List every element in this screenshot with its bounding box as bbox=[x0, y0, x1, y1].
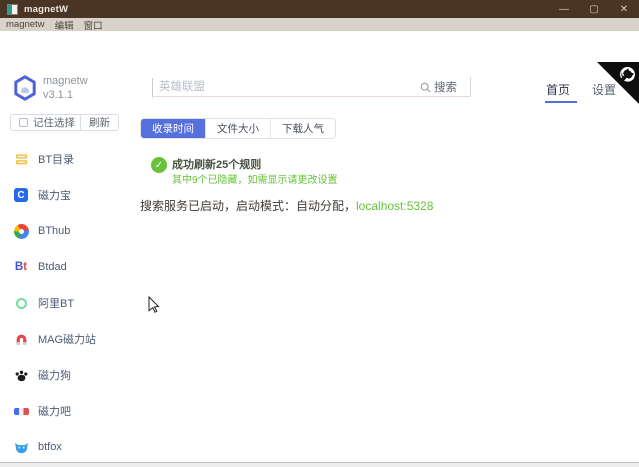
refresh-label: 刷新 bbox=[89, 115, 110, 130]
status-host-link[interactable]: localhost:5328 bbox=[356, 199, 433, 213]
window-bottom-strip bbox=[0, 462, 639, 467]
magnet-icon bbox=[13, 331, 29, 347]
magnetw-logo-icon bbox=[13, 75, 37, 101]
bt-directory-icon bbox=[13, 151, 29, 167]
tab-home[interactable]: 首页 bbox=[546, 81, 570, 98]
sidebar-item-label: 磁力吧 bbox=[38, 403, 71, 419]
app-version: v3.1.1 bbox=[43, 89, 73, 101]
search-button-label: 搜索 bbox=[434, 79, 457, 95]
bthub-icon bbox=[13, 223, 29, 239]
notification-message: 其中9个已隐藏，如需显示请更改设置 bbox=[172, 171, 338, 186]
tab-settings[interactable]: 设置 bbox=[592, 81, 616, 98]
checkbox-icon bbox=[19, 118, 28, 127]
menu-bar: magnetw 编辑 窗口 bbox=[0, 18, 639, 31]
menu-item-window[interactable]: 窗口 bbox=[84, 18, 103, 32]
menu-item-magnetw[interactable]: magnetw bbox=[6, 19, 45, 30]
refresh-button[interactable]: 刷新 bbox=[80, 114, 119, 131]
sidebar-item-label: BT目录 bbox=[38, 151, 74, 167]
search-underline bbox=[152, 96, 471, 97]
sidebar-item-ciliba[interactable]: 磁力吧 bbox=[13, 402, 71, 420]
sidebar-item-cilidog[interactable]: 磁力狗 bbox=[13, 366, 71, 384]
search-right-divider bbox=[470, 77, 471, 97]
maximize-button[interactable]: ▢ bbox=[579, 0, 609, 18]
app-window: magnetW — ▢ ✕ magnetw 编辑 窗口 magnetw v3.1… bbox=[0, 0, 639, 467]
sidebar-item-label: 阿里BT bbox=[38, 295, 74, 311]
sidebar-item-bthub[interactable]: BThub bbox=[13, 222, 70, 240]
search-left-divider bbox=[152, 78, 153, 98]
remember-selection-label: 记住选择 bbox=[33, 115, 75, 130]
sidebar-item-label: 磁力狗 bbox=[38, 367, 71, 383]
paw-icon bbox=[13, 367, 29, 383]
sidebar-item-alibt[interactable]: 阿里BT bbox=[13, 294, 74, 312]
sidebar-item-label: BThub bbox=[38, 225, 70, 237]
minimize-button[interactable]: — bbox=[549, 0, 579, 18]
sort-tab-group: 收录时间 文件大小 下载人气 bbox=[140, 118, 336, 139]
sort-tab-popularity[interactable]: 下载人气 bbox=[270, 119, 335, 138]
search-input[interactable] bbox=[159, 77, 414, 97]
sidebar-item-label: 磁力宝 bbox=[38, 187, 71, 203]
notification-title: 成功刷新25个规则 bbox=[172, 156, 261, 172]
cilibao-icon: C bbox=[13, 187, 29, 203]
sidebar-item-label: btfox bbox=[38, 441, 62, 453]
sidebar-item-label: Btdad bbox=[38, 261, 67, 273]
sort-tab-size[interactable]: 文件大小 bbox=[205, 119, 270, 138]
close-button[interactable]: ✕ bbox=[609, 0, 639, 18]
success-check-icon: ✓ bbox=[151, 157, 167, 173]
sidebar-item-mag[interactable]: MAG磁力站 bbox=[13, 330, 96, 348]
window-title: magnetW bbox=[24, 4, 68, 15]
remember-selection-button[interactable]: 记住选择 bbox=[10, 114, 84, 131]
sidebar-item-bt-directory[interactable]: BT目录 bbox=[13, 150, 74, 168]
window-controls: — ▢ ✕ bbox=[549, 0, 639, 18]
app-name: magnetw bbox=[43, 75, 88, 87]
status-line: 搜索服务已启动，启动模式：自动分配，localhost:5328 bbox=[140, 197, 433, 214]
app-icon bbox=[7, 4, 18, 15]
status-text: 搜索服务已启动，启动模式：自动分配， bbox=[140, 199, 356, 213]
sidebar-item-label: MAG磁力站 bbox=[38, 331, 96, 347]
btdad-icon: Bt bbox=[13, 259, 29, 275]
sort-tab-date[interactable]: 收录时间 bbox=[141, 119, 205, 138]
tab-home-active-underline bbox=[545, 101, 577, 103]
search-icon bbox=[420, 82, 431, 93]
ciliba-icon bbox=[13, 403, 29, 419]
title-bar: magnetW — ▢ ✕ bbox=[0, 0, 639, 18]
alibt-icon bbox=[13, 295, 29, 311]
app-content: magnetw v3.1.1 搜索 首页 设置 记住选择 刷新 bbox=[0, 31, 639, 462]
menu-item-edit[interactable]: 编辑 bbox=[55, 18, 74, 32]
sidebar-item-btfox[interactable]: btfox bbox=[13, 438, 62, 456]
search-button[interactable]: 搜索 bbox=[420, 79, 457, 95]
sidebar-item-btdad[interactable]: Bt Btdad bbox=[13, 258, 67, 276]
fox-icon bbox=[13, 439, 29, 455]
sidebar-item-cilibao[interactable]: C 磁力宝 bbox=[13, 186, 71, 204]
